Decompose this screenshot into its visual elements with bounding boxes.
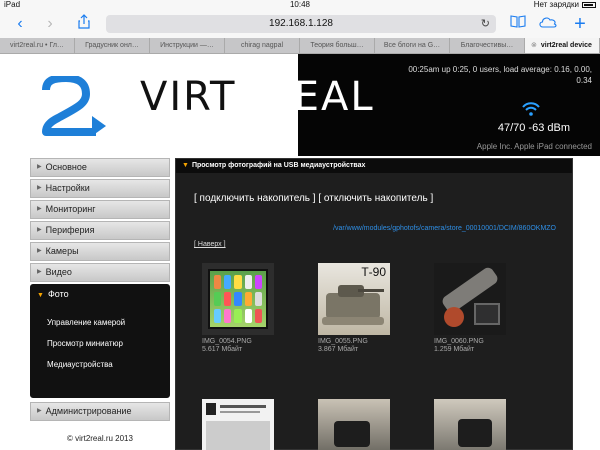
- nav-item-peripherals[interactable]: ▶ Периферия: [30, 221, 170, 240]
- thumbnail-size: 5.617 Мбайт: [202, 346, 243, 353]
- thumbnail-item[interactable]: IMG_0054.PNG 5.617 Мбайт: [202, 263, 274, 353]
- charging-label: Нет зарядки: [533, 0, 579, 9]
- url-text: 192.168.1.128: [269, 18, 333, 29]
- connect-storage-link[interactable]: [ подключить накопитель ]: [194, 193, 316, 204]
- thumbnail-item[interactable]: Т-90 IMG_0055.PNG 3.867 Мбайт: [318, 263, 390, 353]
- active-tab-label: virt2real device: [540, 42, 592, 49]
- thumbnail-image[interactable]: [318, 399, 390, 450]
- submenu-thumbnails[interactable]: Просмотр миниатюр: [47, 339, 169, 348]
- nav-label: Периферия: [45, 225, 95, 235]
- reload-icon[interactable]: ↻: [481, 15, 490, 33]
- thumbnail-size: 1.259 Мбайт: [434, 346, 475, 353]
- submenu-media-devices[interactable]: Медиаустройства: [47, 360, 169, 369]
- thumbnail-overlay-text: Т-90: [361, 265, 386, 279]
- thumbnail-image[interactable]: Т-90: [318, 263, 390, 335]
- battery-area: Нет зарядки: [534, 0, 596, 9]
- tab-virt2real[interactable]: virt2real.ru • Гл…: [0, 38, 75, 53]
- logo-text: VIRT2REAL: [140, 74, 375, 120]
- panel-title: Просмотр фотографий на USB медиаустройст…: [191, 162, 366, 169]
- thumbnail-image[interactable]: [434, 399, 506, 450]
- forward-icon[interactable]: ›: [40, 14, 60, 34]
- thumbnail-name: IMG_0055.PNG: [318, 338, 368, 345]
- address-bar[interactable]: 192.168.1.128 ↻: [106, 15, 496, 33]
- thumbnail-image[interactable]: [202, 263, 274, 335]
- panel-heading: ▼ Просмотр фотографий на USB медиаустройс…: [176, 159, 572, 173]
- tab-chirag[interactable]: chirag nagpal: [225, 38, 300, 53]
- nav-item-admin[interactable]: ▶ Администрирование: [30, 402, 170, 421]
- nav-item-monitoring[interactable]: ▶ Мониторинг: [30, 200, 170, 219]
- connected-device: Apple Inc. Apple iPad connected: [476, 142, 592, 151]
- back-icon[interactable]: ‹: [10, 14, 30, 34]
- web-page: VIRT2REAL 00:25am up 0:25, 0 users, load…: [0, 54, 600, 450]
- folder-path-link[interactable]: /var/www/modules/gphotofs/camera/store_0…: [333, 225, 556, 232]
- bookmarks-icon[interactable]: [508, 14, 528, 34]
- sidebar-nav: ▶ Основное ▶ Настройки ▶ Мониторинг ▶ Перифе…: [30, 158, 170, 423]
- thumbnail-image[interactable]: [434, 263, 506, 335]
- nav-item-photo-expanded: ▼ Фото Управление камерой Просмотр миниат…: [30, 284, 170, 398]
- ios-status-bar: iPad 10:48 Нет зарядки: [0, 0, 600, 10]
- browser-toolbar: ‹ › 192.168.1.128 ↻ +: [0, 10, 600, 38]
- thumbnail-item[interactable]: [202, 399, 274, 450]
- photo-viewer-panel: ▼ Просмотр фотографий на USB медиаустройс…: [175, 158, 573, 450]
- tab-blogs[interactable]: Все блоги на G…: [375, 38, 450, 53]
- copyright: © virt2real.ru 2013: [67, 434, 133, 443]
- wifi-signal: 47/70 -63 dBm: [497, 122, 570, 134]
- thumbnail-name: IMG_0054.PNG: [202, 338, 252, 345]
- screen: iPad 10:48 Нет зарядки ‹ › 192.168.1.128…: [0, 0, 600, 450]
- thumbnail-image[interactable]: [202, 399, 274, 450]
- disconnect-storage-link[interactable]: [ отключить накопитель ]: [318, 193, 433, 204]
- nav-label: Видео: [45, 267, 72, 277]
- share-icon[interactable]: [74, 14, 94, 34]
- nav-label: Мониторинг: [45, 204, 96, 214]
- new-tab-icon[interactable]: +: [570, 14, 590, 34]
- thumbnail-size: 3.867 Мбайт: [318, 346, 359, 353]
- nav-label: Камеры: [45, 246, 79, 256]
- nav-item-photo[interactable]: ▼ Фото: [31, 285, 169, 304]
- submenu-camera-control[interactable]: Управление камерой: [47, 318, 169, 327]
- cloud-tabs-icon[interactable]: [538, 14, 558, 34]
- clock: 10:48: [289, 0, 311, 9]
- tab-active-device[interactable]: ⊗ virt2real device: [525, 38, 600, 53]
- tab-bar: virt2real.ru • Гл… Градусник онл… Инстру…: [0, 38, 600, 54]
- tab-thermometer[interactable]: Градусник онл…: [75, 38, 150, 53]
- thumbnail-item[interactable]: IMG_0060.PNG 1.259 Мбайт: [434, 263, 506, 353]
- tab-pious[interactable]: Благочестивы…: [450, 38, 525, 53]
- nav-label: Основное: [45, 162, 87, 172]
- tab-theory[interactable]: Теория больш…: [300, 38, 375, 53]
- close-tab-icon[interactable]: ⊗: [531, 42, 537, 49]
- storage-actions: [ подключить накопитель ] [ отключить на…: [194, 193, 433, 204]
- caret-down-icon: ▼: [182, 162, 189, 169]
- up-link[interactable]: [ Наверх ]: [194, 241, 226, 248]
- thumbnail-item[interactable]: [318, 399, 390, 450]
- system-info: 00:25am up 0:25, 0 users, load average: …: [408, 65, 592, 85]
- nav-item-video[interactable]: ▶ Видео: [30, 263, 170, 282]
- nav-item-cameras[interactable]: ▶ Камеры: [30, 242, 170, 261]
- tab-instructions[interactable]: Инструкции —…: [150, 38, 225, 53]
- nav-item-settings[interactable]: ▶ Настройки: [30, 179, 170, 198]
- site-logo[interactable]: VIRT2REAL: [40, 74, 375, 136]
- thumbnail-item[interactable]: [434, 399, 506, 450]
- nav-label: Настройки: [45, 183, 90, 193]
- battery-icon: [582, 1, 596, 8]
- wifi-icon: [522, 102, 540, 116]
- photo-submenu: Управление камерой Просмотр миниатюр Мед…: [31, 304, 169, 397]
- nav-label: Администрирование: [45, 406, 132, 416]
- thumbnail-name: IMG_0060.PNG: [434, 338, 484, 345]
- nav-label: Фото: [47, 289, 69, 299]
- nav-item-main[interactable]: ▶ Основное: [30, 158, 170, 177]
- logo-icon: [42, 76, 106, 136]
